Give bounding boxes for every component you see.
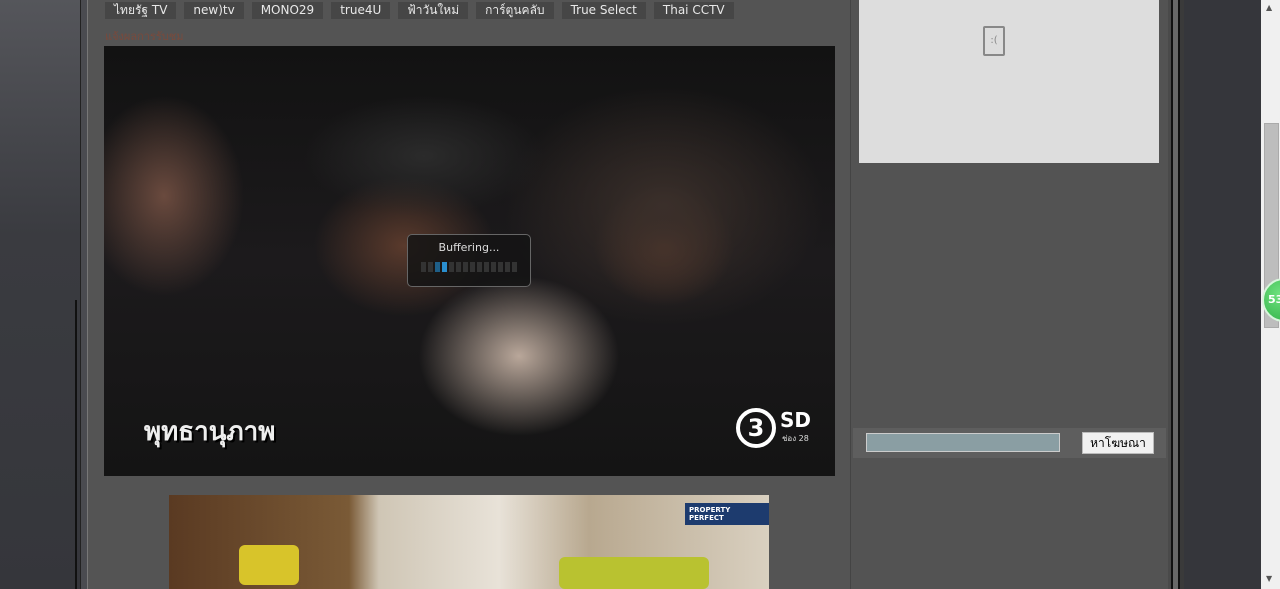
page-background-left [0, 0, 80, 589]
tab-true-select[interactable]: True Select [561, 2, 646, 19]
buffer-segment [435, 262, 440, 272]
channel-tabs: ไทยรัฐ TV new)tv MONO29 true4U ฟ้าวันใหม… [105, 2, 734, 19]
scroll-up-icon[interactable]: ▲ [1266, 3, 1272, 12]
tab-thairath-tv[interactable]: ไทยรัฐ TV [105, 2, 177, 19]
broken-image-placeholder [859, 0, 1159, 163]
buffer-segment [463, 262, 468, 272]
buffer-segment [477, 262, 482, 272]
ad-search-button[interactable]: หาโฆษณา [1082, 432, 1154, 454]
tab-newtv[interactable]: new)tv [184, 2, 244, 19]
ad-search-bar: หาโฆษณา [853, 428, 1166, 458]
channel-number: ช่อง 28 [782, 434, 809, 443]
buffer-segment [449, 262, 454, 272]
buffering-text: Buffering... [438, 241, 500, 254]
buffer-segment [421, 262, 426, 272]
buffer-segment [484, 262, 489, 272]
left-rail [80, 0, 88, 589]
channel-quality: SD [780, 408, 812, 432]
tab-mono29[interactable]: MONO29 [251, 2, 324, 19]
buffer-segment [498, 262, 503, 272]
buffer-segment [505, 262, 510, 272]
buffer-segment [456, 262, 461, 272]
tab-true4u[interactable]: true4U [331, 2, 391, 19]
page-background-right [1184, 0, 1261, 589]
report-viewing-link[interactable]: แจ้งผลการรับชม [105, 27, 183, 45]
tab-cartoon-club[interactable]: การ์ตูนคลับ [476, 2, 554, 19]
buffer-segment [470, 262, 475, 272]
ad-banner[interactable]: PROPERTY PERFECT [169, 495, 769, 589]
video-caption: พุทธานุภาพ [144, 417, 276, 447]
ad-search-input[interactable] [866, 433, 1060, 452]
tab-thai-cctv[interactable]: Thai CCTV [653, 2, 734, 19]
scroll-down-icon[interactable]: ▼ [1266, 574, 1272, 583]
buffer-progress [408, 262, 530, 272]
ad-brand-logo: PROPERTY PERFECT [685, 503, 769, 525]
ad-image-chair [239, 545, 299, 585]
tab-fah-wan-mai[interactable]: ฟ้าวันใหม่ [398, 2, 469, 19]
broken-image-icon: :( [983, 26, 1005, 56]
ad-image-sofa [559, 557, 709, 589]
divider-line [75, 300, 77, 589]
right-rail [1168, 0, 1184, 589]
buffering-indicator: Buffering... [407, 234, 531, 287]
buffer-segment [442, 262, 447, 272]
buffer-segment [428, 262, 433, 272]
video-player[interactable]: พุทธานุภาพ 3 SD ช่อง 28 Buffering... [104, 46, 835, 476]
channel-logo: 3 [736, 408, 776, 448]
buffer-segment [512, 262, 517, 272]
buffer-segment [491, 262, 496, 272]
